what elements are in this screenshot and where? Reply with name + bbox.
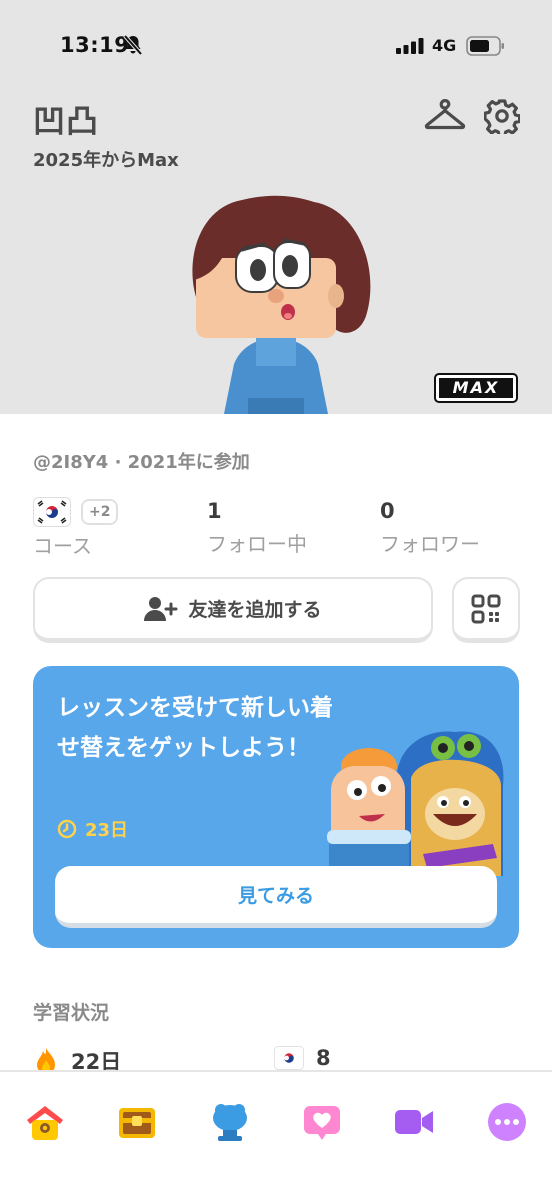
max-badge: MAX bbox=[434, 373, 518, 403]
promo-title: レッスンを受けて新しい着せ替えをゲットしよう！ bbox=[57, 695, 333, 761]
more-icon[interactable] bbox=[485, 1100, 529, 1144]
status-bar: 13:19 4G bbox=[0, 0, 552, 90]
following-label: フォロー中 bbox=[207, 532, 307, 556]
course-more-badge: +2 bbox=[81, 499, 119, 525]
course-count-value: 8 bbox=[316, 1046, 331, 1070]
qr-code-button[interactable] bbox=[452, 577, 520, 643]
add-friend-label: 友達を追加する bbox=[188, 599, 322, 621]
signal-icon bbox=[396, 38, 424, 54]
profile-hero: 13:19 4G 凹凸 2025年からMax MAX bbox=[0, 0, 552, 414]
network-type: 4G bbox=[432, 36, 457, 55]
bottom-tab-bar bbox=[0, 1070, 552, 1200]
heart-icon[interactable] bbox=[300, 1100, 344, 1144]
promo-timer-text: 23日 bbox=[85, 820, 129, 841]
profile-name: 凹凸 bbox=[33, 102, 100, 140]
promo-timer: 23日 bbox=[57, 816, 128, 842]
add-user-icon bbox=[144, 596, 178, 621]
course-count-stat: 8 bbox=[274, 1046, 331, 1070]
video-icon[interactable] bbox=[392, 1100, 436, 1144]
flag-kr-icon bbox=[33, 497, 71, 527]
characters-illustration bbox=[327, 731, 504, 876]
gear-icon[interactable] bbox=[484, 98, 520, 134]
flag-kr-icon bbox=[274, 1046, 304, 1070]
progress-section-title: 学習状況 bbox=[33, 1002, 110, 1024]
following-count: 1 bbox=[207, 499, 222, 523]
hanger-icon[interactable] bbox=[424, 98, 466, 132]
qr-code-icon bbox=[471, 594, 501, 623]
chest-icon[interactable] bbox=[115, 1100, 159, 1144]
followers-count: 0 bbox=[380, 499, 395, 523]
home-icon[interactable] bbox=[23, 1100, 67, 1144]
stat-following[interactable]: 1 フォロー中 bbox=[207, 496, 307, 557]
status-time: 13:19 bbox=[60, 33, 130, 57]
add-friend-button[interactable]: 友達を追加する bbox=[33, 577, 433, 643]
outfit-promo-card: レッスンを受けて新しい着せ替えをゲットしよう！ 23日 見てみる bbox=[33, 666, 519, 948]
avatar[interactable] bbox=[170, 188, 382, 414]
member-since: 2025年からMax bbox=[33, 150, 179, 171]
stat-courses[interactable]: +2 コース bbox=[33, 496, 119, 559]
clock-icon bbox=[57, 819, 77, 839]
avatar-icon[interactable] bbox=[208, 1100, 252, 1144]
stat-followers[interactable]: 0 フォロワー bbox=[380, 496, 480, 557]
course-label: コース bbox=[33, 534, 92, 558]
battery-icon bbox=[466, 36, 504, 56]
bell-off-icon bbox=[123, 34, 143, 56]
promo-view-button[interactable]: 見てみる bbox=[55, 866, 497, 928]
followers-label: フォロワー bbox=[380, 532, 480, 556]
handle-joined: @2I8Y4 · 2021年に参加 bbox=[33, 452, 250, 473]
